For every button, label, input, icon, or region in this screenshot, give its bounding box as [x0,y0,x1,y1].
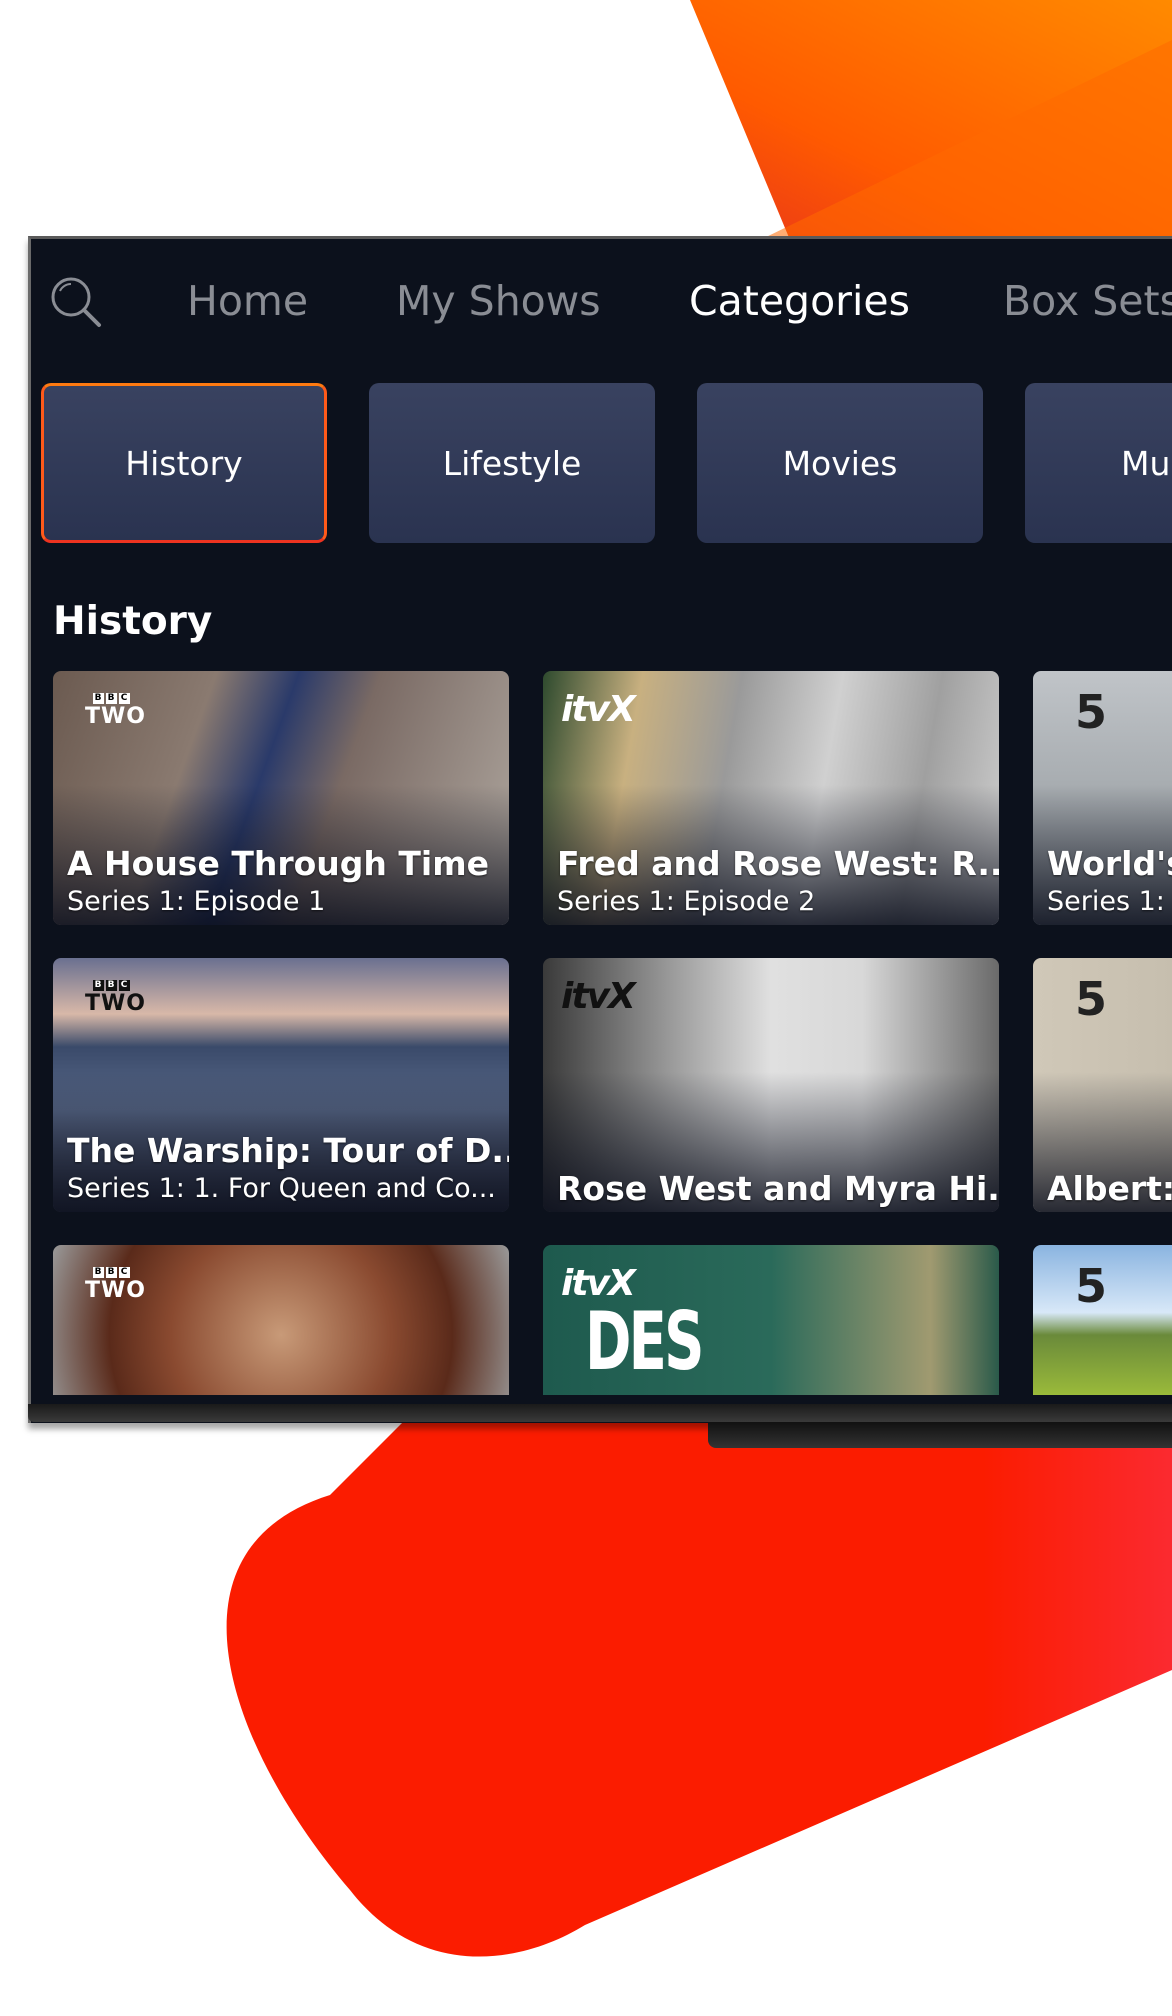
show-subtitle: Series 1: [1047,886,1165,917]
category-label: Lifestyle [442,443,582,483]
category-label: History [125,443,243,483]
tv-stand [708,1422,1172,1448]
show-title: A House Through Time [67,844,489,883]
show-subtitle: Series 1: 1. For Queen and Co... [67,1173,496,1204]
bbc-two-logo: B B C TWO [85,693,146,729]
tv-bezel-bottom [28,1404,1172,1422]
channel-5-logo: 5 [1075,972,1108,1026]
bbc-two-logo: B B C TWO [85,1267,146,1303]
show-title: Fred and Rose West: R... [557,844,999,883]
nav-tab-categories[interactable]: Categories [689,273,910,329]
nav-tab-home[interactable]: Home [187,273,308,329]
nav-tab-box-sets[interactable]: Box Sets [1003,273,1172,329]
section-title: History [53,599,213,644]
show-tile[interactable]: B B C TWO [53,1245,509,1395]
background-orange-shape [690,0,1172,240]
show-subtitle: Series 1: Episode 1 [67,886,326,917]
show-title-art: DES [585,1295,704,1388]
category-music[interactable]: Music [1025,383,1172,543]
category-label: Movies [782,443,898,483]
show-tile[interactable]: itvX Fred and Rose West: R... Series 1: … [543,671,999,925]
background-red-shape [226,1415,1172,1957]
show-title: The Warship: Tour of D... [67,1131,509,1170]
show-title: Albert: [1047,1169,1172,1208]
itvx-logo: itvX [561,976,636,1017]
channel-5-logo: 5 [1075,685,1108,739]
show-subtitle: Series 1: Episode 2 [557,886,816,917]
search-button[interactable] [47,273,107,333]
category-movies[interactable]: Movies [697,383,983,543]
tv-screen: Home My Shows Categories Box Sets Histor… [28,236,1172,1423]
itvx-logo: itvX [561,689,636,730]
show-tile[interactable]: itvX DES [543,1245,999,1395]
category-label: Music [1121,443,1172,483]
nav-tab-my-shows[interactable]: My Shows [396,273,601,329]
channel-5-logo: 5 [1075,1259,1108,1313]
category-lifestyle[interactable]: Lifestyle [369,383,655,543]
show-tile[interactable]: 5 [1033,1245,1172,1395]
bbc-two-logo: B B C TWO [85,980,146,1016]
show-tile[interactable]: B B C TWO A House Through Time Series 1: Ep… [53,671,509,925]
show-tile[interactable]: 5 World's Series 1: [1033,671,1172,925]
show-tile[interactable]: itvX Rose West and Myra Hi... [543,958,999,1212]
category-history[interactable]: History [41,383,327,543]
search-icon [51,277,101,327]
show-title: World's [1047,844,1172,883]
show-tile[interactable]: 5 Albert: [1033,958,1172,1212]
show-title: Rose West and Myra Hi... [557,1169,999,1208]
show-tile[interactable]: B B C TWO The Warship: Tour of D... Series … [53,958,509,1212]
